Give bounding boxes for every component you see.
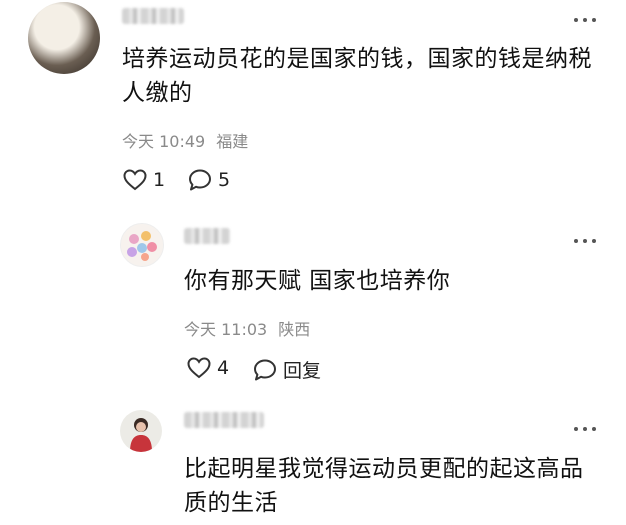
comment-location: 陕西 xyxy=(278,320,311,339)
username-blurred[interactable] xyxy=(184,412,264,428)
avatar[interactable] xyxy=(120,410,162,452)
avatar[interactable] xyxy=(28,2,100,74)
reply-label: 回复 xyxy=(283,360,322,382)
username-blurred[interactable] xyxy=(184,228,230,244)
comment-text: 比起明星我觉得运动员更配的起这高品质的生活 xyxy=(184,456,584,516)
comment-location: 福建 xyxy=(216,132,249,151)
comment-bubble-icon xyxy=(254,359,276,380)
reply-button[interactable]: 回复 xyxy=(252,356,321,383)
more-dots-icon xyxy=(574,239,578,243)
reply-count: 5 xyxy=(218,169,231,191)
comment-text: 培养运动员花的是国家的钱，国家的钱是纳税人缴的 xyxy=(122,46,592,106)
comment-meta: 今天 10:49 福建 xyxy=(122,128,254,152)
more-options-button[interactable] xyxy=(572,422,602,436)
more-options-button[interactable] xyxy=(572,234,602,248)
like-count: 4 xyxy=(217,357,230,379)
comment-time: 今天 10:49 xyxy=(122,132,206,151)
comment-time: 今天 11:03 xyxy=(184,320,268,339)
username-blurred[interactable] xyxy=(122,8,184,24)
comment-bubble-icon xyxy=(189,169,211,191)
more-options-button[interactable] xyxy=(572,13,602,27)
person-avatar-icon xyxy=(130,418,152,452)
reply-count-button[interactable]: 5 xyxy=(187,168,230,192)
comment-text: 你有那天赋 国家也培养你 xyxy=(184,268,451,294)
avatar[interactable] xyxy=(120,223,164,267)
like-count: 1 xyxy=(153,169,166,191)
heart-icon xyxy=(187,357,211,379)
flower-avatar-icon xyxy=(127,231,157,261)
more-dots-icon xyxy=(574,18,578,22)
like-button[interactable]: 1 xyxy=(122,168,165,192)
heart-icon xyxy=(123,169,147,191)
comment-meta: 今天 11:03 陕西 xyxy=(184,316,316,340)
like-button[interactable]: 4 xyxy=(186,356,229,380)
more-dots-icon xyxy=(574,427,578,431)
